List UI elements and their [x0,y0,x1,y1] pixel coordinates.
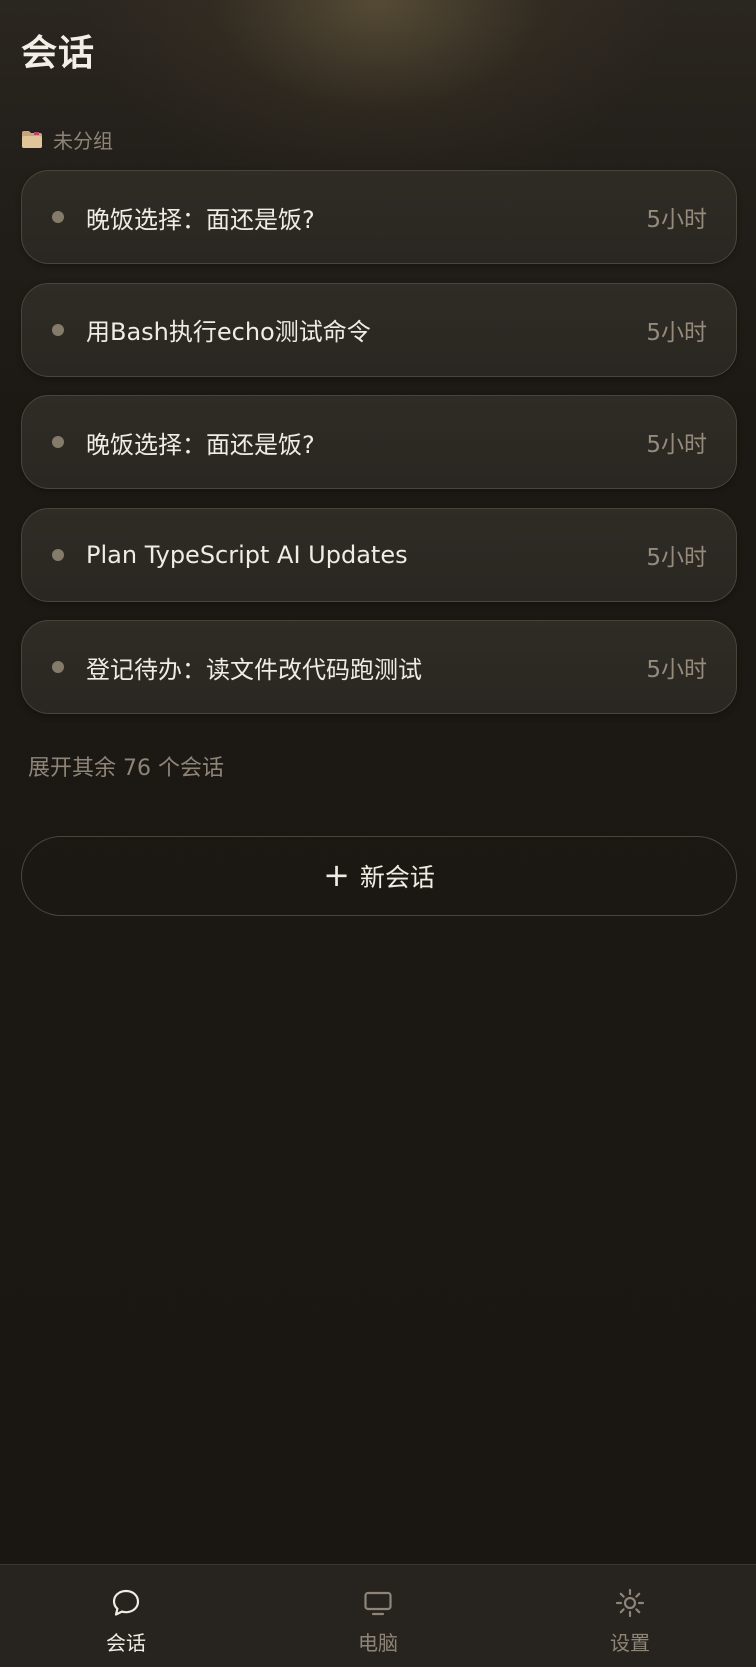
status-dot [52,211,64,223]
new-chat-label: 新会话 [359,863,435,892]
status-dot [52,548,64,561]
tab-conversations[interactable]: 会话 [0,1565,252,1667]
status-dot [52,323,64,336]
conversation-time: 5小时 [646,319,707,346]
page-title: 会话 [21,33,96,74]
expand-more-conversations-link[interactable]: 展开其余 76 个会话 [28,750,224,782]
bottom-nav-bar: 会话 电脑 设置 [0,1564,756,1667]
folder-icon [22,131,42,148]
conversation-title: 用Bash执行echo测试命令 [86,318,371,346]
conversation-list: 晚饭选择：面还是饭? 5小时 用Bash执行echo测试命令 5小时 晚饭选择：… [21,170,737,733]
conversation-time: 5小时 [646,657,707,683]
tab-computer[interactable]: 电脑 [252,1565,504,1667]
plus-icon: + [323,855,350,894]
new-chat-button[interactable]: + 新会话 [21,836,737,916]
conversation-time: 5小时 [646,544,707,571]
conversation-title: 晚饭选择：面还是饭? [86,430,315,459]
conversation-item[interactable]: 用Bash执行echo测试命令 5小时 [21,282,737,377]
sun-gear-icon [615,1588,645,1618]
status-dot [52,436,64,448]
tab-label: 电脑 [358,1631,398,1655]
conversation-item[interactable]: 登记待办：读文件改代码跑测试 5小时 [21,620,737,714]
conversation-title: Plan TypeScript AI Updates [86,540,408,569]
tab-label: 会话 [106,1631,146,1655]
group-header-ungrouped[interactable]: 未分组 [21,124,113,154]
status-dot [52,661,64,673]
monitor-icon [364,1591,392,1616]
conversation-time: 5小时 [646,432,707,458]
conversation-time: 5小时 [646,207,707,233]
conversation-title: 登记待办：读文件改代码跑测试 [86,655,422,684]
conversation-item[interactable]: 晚饭选择：面还是饭? 5小时 [21,170,737,264]
group-label: 未分组 [53,128,113,153]
conversation-item[interactable]: Plan TypeScript AI Updates 5小时 [21,507,737,602]
conversation-title: 晚饭选择：面还是饭? [86,205,315,234]
tab-settings[interactable]: 设置 [504,1565,756,1667]
conversation-item[interactable]: 晚饭选择：面还是饭? 5小时 [21,395,737,489]
chat-bubble-icon [112,1589,140,1616]
tab-label: 设置 [610,1631,650,1655]
